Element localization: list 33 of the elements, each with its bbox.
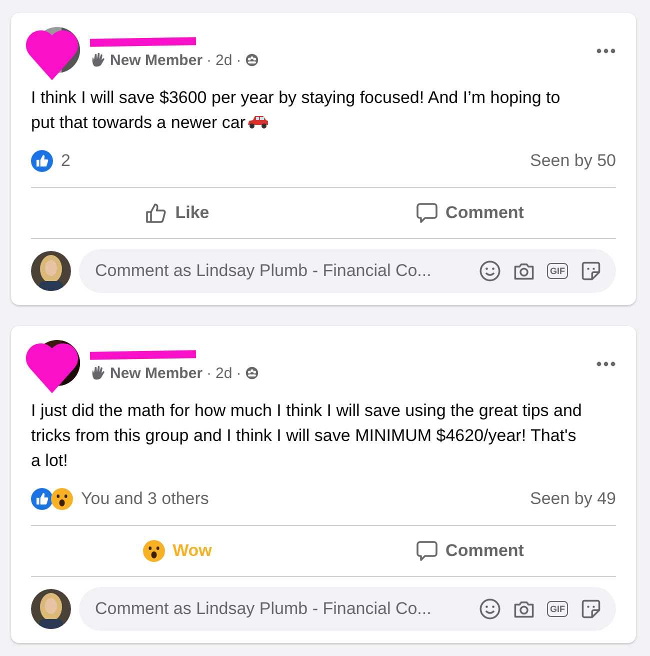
group-icon — [245, 53, 260, 67]
emoji-icon[interactable] — [479, 598, 501, 620]
post-time[interactable]: 2d — [216, 364, 232, 382]
action-button[interactable]: Like — [31, 190, 324, 236]
comment-icon — [416, 202, 438, 224]
comment-field[interactable]: Comment as Lindsay Plumb - Financial Co... GIF — [79, 587, 616, 631]
sticker-icon[interactable] — [580, 598, 602, 620]
sticker-icon[interactable] — [580, 260, 602, 282]
waving-hand-icon — [90, 52, 106, 68]
comment-icon — [416, 540, 438, 562]
emoji-icon[interactable] — [479, 260, 501, 282]
separator-dot: · — [206, 52, 212, 68]
separator-dot: · — [206, 364, 212, 382]
member-label: New Member — [110, 364, 203, 382]
post-time[interactable]: 2d — [216, 52, 232, 68]
wow-face-icon — [142, 540, 165, 562]
reaction-count[interactable]: 2 — [61, 151, 70, 171]
reaction-count[interactable]: You and 3 others — [81, 489, 209, 509]
post-text: I think I will save $3600 per year by staying focused! And I’m hoping to put that towards a newer car — [31, 87, 562, 134]
member-label: New Member — [110, 52, 203, 68]
thumbs-up-icon — [145, 202, 168, 224]
separator-dot: · — [236, 52, 242, 68]
seen-count[interactable]: Seen by 50 — [530, 151, 616, 171]
action-button[interactable]: Comment — [324, 190, 616, 236]
separator-dot: · — [236, 364, 242, 382]
waving-hand-icon — [90, 365, 106, 381]
group-icon — [245, 366, 260, 380]
gif-icon[interactable]: GIF — [547, 601, 568, 617]
action-button[interactable]: Comment — [324, 528, 616, 574]
post-text: I just did the math for how much I think I will save using the great tips and tricks from this group and I think I will save MINIMUM $4620/year! That's a lot! — [31, 400, 583, 472]
comment-field[interactable]: Comment as Lindsay Plumb - Financial Co... GIF — [79, 249, 616, 293]
gif-icon[interactable]: GIF — [547, 263, 568, 279]
seen-count[interactable]: Seen by 49 — [530, 489, 616, 509]
